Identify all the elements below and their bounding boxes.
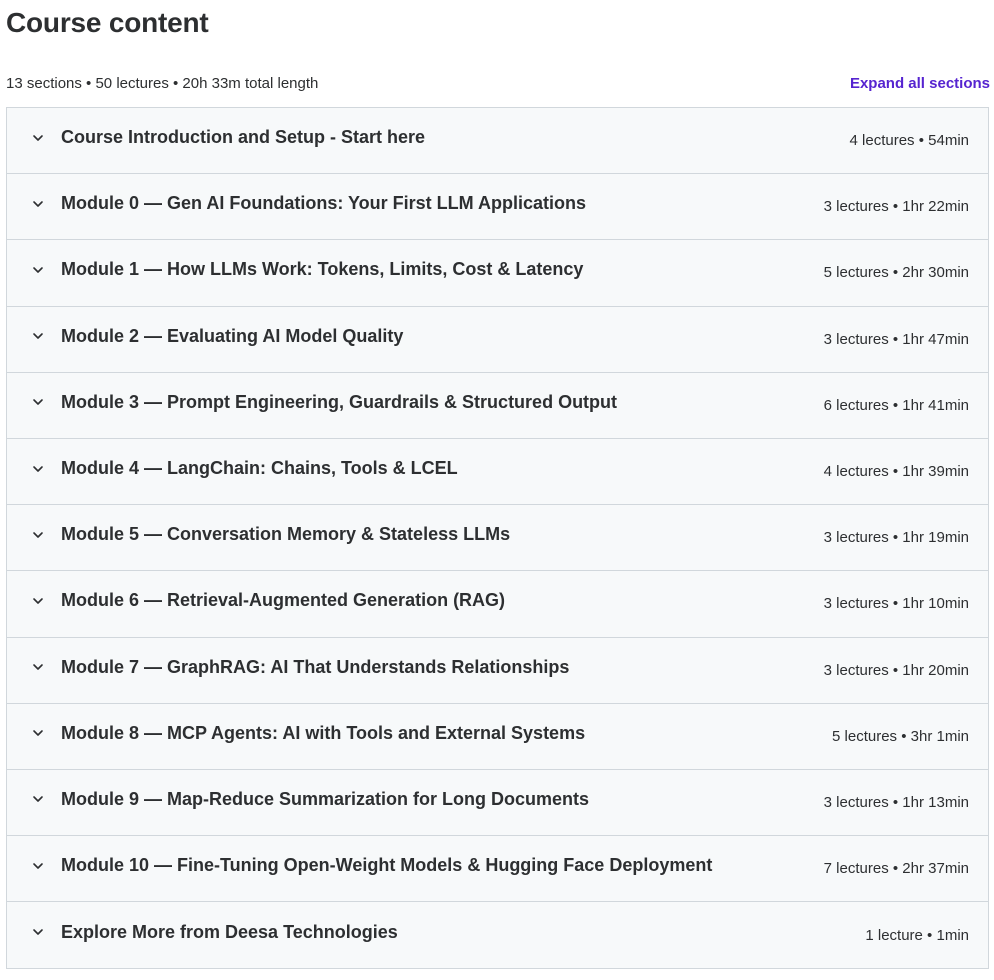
section-meta: 3 lectures • 1hr 13min bbox=[823, 793, 969, 811]
section-row-11[interactable]: Module 10 — Fine-Tuning Open-Weight Mode… bbox=[7, 836, 988, 903]
section-meta: 3 lectures • 1hr 47min bbox=[823, 330, 969, 348]
section-row-8[interactable]: Module 7 — GraphRAG: AI That Understands… bbox=[7, 637, 988, 704]
chevron-down-icon bbox=[31, 197, 45, 211]
section-title: Course Introduction and Setup - Start he… bbox=[61, 127, 426, 148]
chevron-down-icon bbox=[31, 462, 45, 476]
section-title: Module 8 — MCP Agents: AI with Tools and… bbox=[61, 722, 586, 743]
section-title: Module 0 — Gen AI Foundations: Your Firs… bbox=[61, 193, 586, 214]
section-meta: 3 lectures • 1hr 22min bbox=[823, 198, 969, 216]
chevron-down-icon bbox=[31, 726, 45, 740]
section-meta: 3 lectures • 1hr 19min bbox=[823, 529, 969, 547]
section-row-7[interactable]: Module 6 — Retrieval-Augmented Generatio… bbox=[7, 571, 988, 638]
section-title: Module 6 — Retrieval-Augmented Generatio… bbox=[61, 590, 506, 611]
expand-all-sections-button[interactable]: Expand all sections bbox=[850, 75, 990, 92]
chevron-down-icon bbox=[31, 131, 45, 145]
section-title: Module 5 — Conversation Memory & Statele… bbox=[61, 524, 511, 545]
section-meta: 5 lectures • 2hr 30min bbox=[823, 264, 969, 282]
section-meta: 4 lectures • 54min bbox=[849, 132, 969, 150]
section-row-12[interactable]: Explore More from Deesa Technologies 1 l… bbox=[7, 902, 988, 969]
section-row-9[interactable]: Module 8 — MCP Agents: AI with Tools and… bbox=[7, 703, 988, 770]
page-title: Course content bbox=[6, 7, 209, 38]
section-title: Module 1 — How LLMs Work: Tokens, Limits… bbox=[61, 259, 584, 280]
section-row-0[interactable]: Course Introduction and Setup - Start he… bbox=[7, 108, 988, 175]
chevron-down-icon bbox=[31, 395, 45, 409]
section-title: Module 2 — Evaluating AI Model Quality bbox=[61, 325, 404, 346]
section-row-5[interactable]: Module 4 — LangChain: Chains, Tools & LC… bbox=[7, 438, 988, 506]
section-row-1[interactable]: Module 0 — Gen AI Foundations: Your Firs… bbox=[7, 174, 988, 241]
section-meta: 1 lecture • 1min bbox=[865, 926, 969, 944]
chevron-down-icon bbox=[31, 263, 45, 277]
course-summary-row: 13 sections • 50 lectures • 20h 33m tota… bbox=[6, 72, 990, 94]
section-meta: 3 lectures • 1hr 20min bbox=[823, 661, 969, 679]
chevron-down-icon bbox=[31, 859, 45, 873]
section-title: Module 10 — Fine-Tuning Open-Weight Mode… bbox=[61, 855, 713, 876]
chevron-down-icon bbox=[31, 329, 45, 343]
section-row-2[interactable]: Module 1 — How LLMs Work: Tokens, Limits… bbox=[7, 240, 988, 307]
chevron-down-icon bbox=[31, 660, 45, 674]
section-row-4[interactable]: Module 3 — Prompt Engineering, Guardrail… bbox=[7, 372, 988, 439]
section-row-3[interactable]: Module 2 — Evaluating AI Model Quality 3… bbox=[7, 306, 988, 373]
section-meta: 6 lectures • 1hr 41min bbox=[823, 396, 969, 414]
chevron-down-icon bbox=[31, 925, 45, 939]
section-meta: 7 lectures • 2hr 37min bbox=[823, 860, 969, 878]
course-summary: 13 sections • 50 lectures • 20h 33m tota… bbox=[6, 74, 319, 92]
section-row-6[interactable]: Module 5 — Conversation Memory & Statele… bbox=[7, 505, 988, 572]
section-title: Module 3 — Prompt Engineering, Guardrail… bbox=[61, 391, 618, 412]
section-title: Module 4 — LangChain: Chains, Tools & LC… bbox=[61, 458, 458, 479]
chevron-down-icon bbox=[31, 594, 45, 608]
section-title: Module 7 — GraphRAG: AI That Understands… bbox=[61, 656, 570, 677]
chevron-down-icon bbox=[31, 792, 45, 806]
chevron-down-icon bbox=[31, 528, 45, 542]
section-title: Module 9 — Map-Reduce Summarization for … bbox=[61, 788, 590, 809]
section-list: Course Introduction and Setup - Start he… bbox=[6, 107, 989, 970]
section-meta: 4 lectures • 1hr 39min bbox=[823, 463, 969, 481]
section-meta: 5 lectures • 3hr 1min bbox=[832, 727, 969, 745]
section-title: Explore More from Deesa Technologies bbox=[61, 921, 398, 942]
section-meta: 3 lectures • 1hr 10min bbox=[823, 595, 969, 613]
section-row-10[interactable]: Module 9 — Map-Reduce Summarization for … bbox=[7, 769, 988, 837]
